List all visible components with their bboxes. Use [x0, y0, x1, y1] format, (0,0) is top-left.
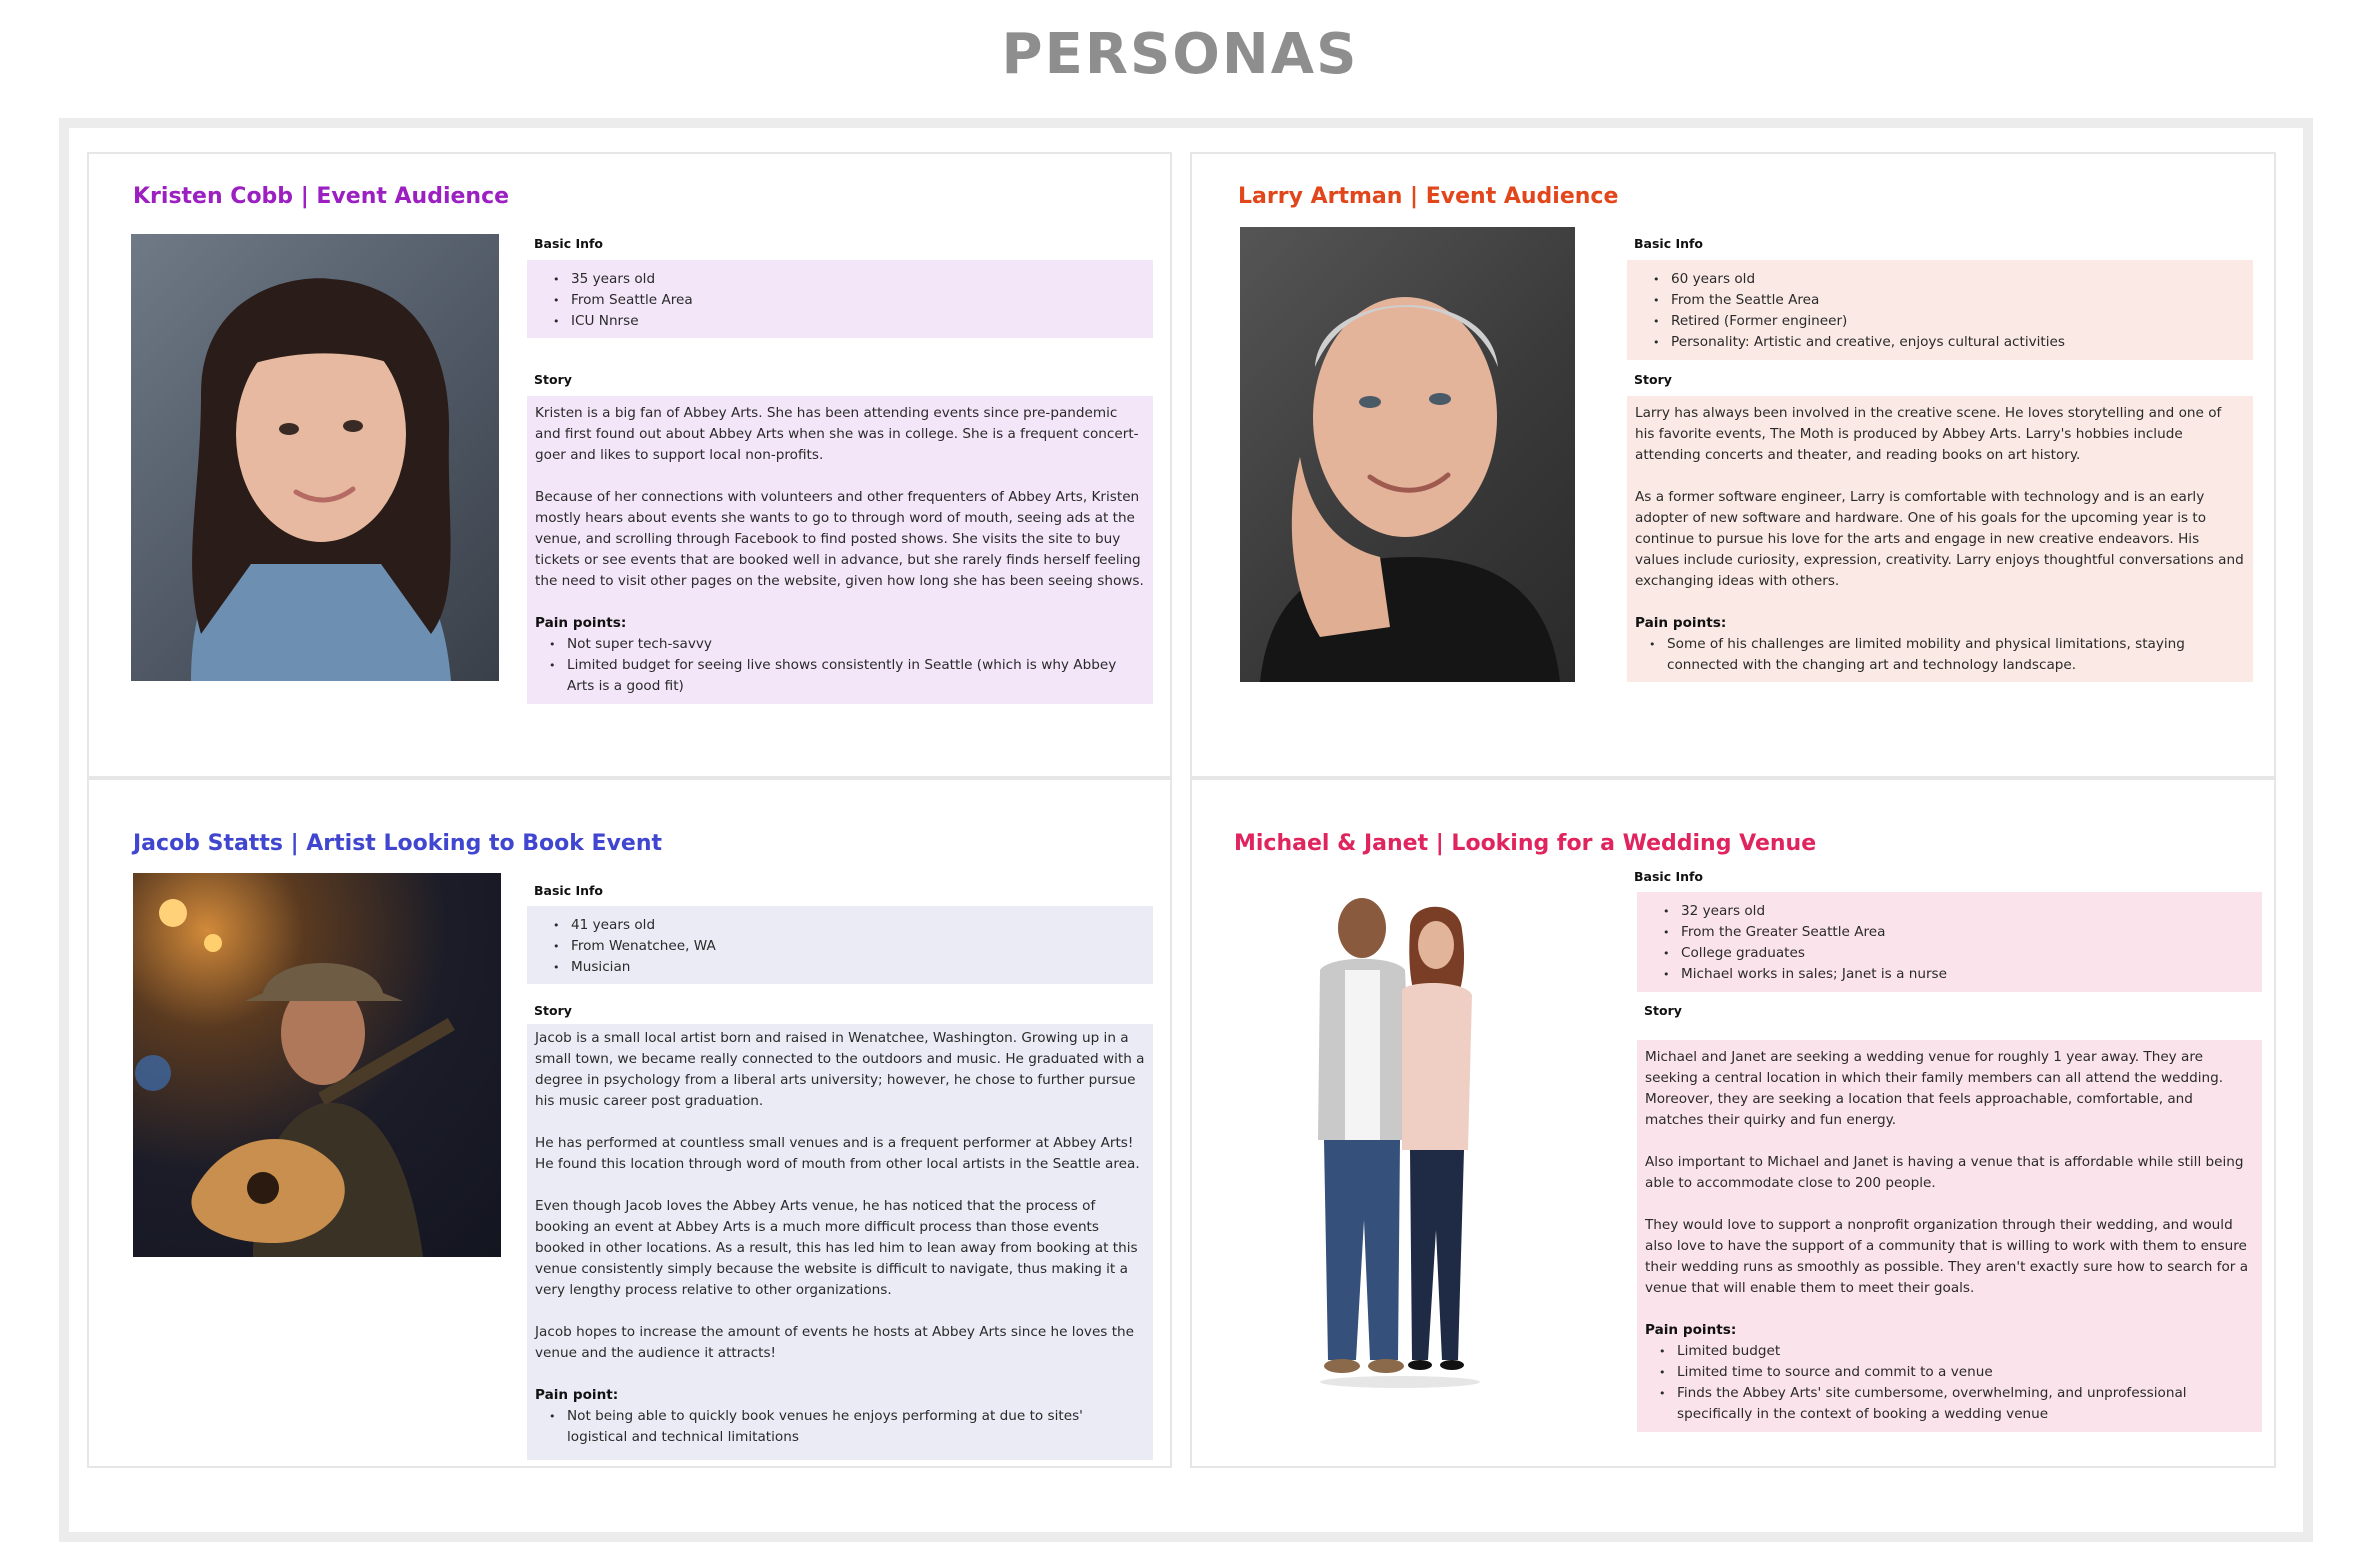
michael-janet-photo [1290, 890, 1510, 1390]
persona-title-larry: Larry Artman | Event Audience [1238, 184, 1619, 209]
larry-photo [1240, 227, 1575, 682]
story-label: Story [1644, 1003, 1682, 1018]
list-item: Finds the Abbey Arts' site cumbersome, o… [1645, 1383, 2254, 1425]
story-paragraph: Jacob hopes to increase the amount of ev… [535, 1324, 1135, 1361]
pain-points-list: Some of his challenges are limited mobil… [1635, 634, 2245, 676]
story-box: Jacob is a small local artist born and r… [527, 1024, 1153, 1460]
story-paragraph: They would love to support a nonprofit o… [1645, 1217, 2249, 1296]
list-item: Personality: Artistic and creative, enjo… [1639, 332, 2241, 353]
story-paragraph: Jacob is a small local artist born and r… [535, 1030, 1145, 1109]
pain-points-label: Pain points: [535, 615, 627, 631]
pain-points-list: Limited budget Limited time to source an… [1645, 1341, 2254, 1425]
pain-points-list: Not super tech-savvy Limited budget for … [535, 634, 1145, 697]
story-paragraph: Because of her connections with voluntee… [535, 489, 1144, 589]
list-item: Not super tech-savvy [535, 634, 1145, 655]
basic-info-label: Basic Info [1634, 236, 1704, 251]
basic-info-box: 60 years old From the Seattle Area Retir… [1627, 260, 2253, 360]
list-item: Limited budget [1645, 1341, 2254, 1362]
story-paragraph: Even though Jacob loves the Abbey Arts v… [535, 1198, 1138, 1298]
persona-title-jacob: Jacob Statts | Artist Looking to Book Ev… [133, 831, 663, 856]
basic-info-list: 35 years old From Seattle Area ICU Nnrse [539, 269, 1141, 332]
pain-points-label: Pain point: [535, 1387, 619, 1403]
list-item: From the Seattle Area [1639, 290, 2241, 311]
page-title: PERSONAS [1001, 22, 1359, 87]
list-item: From Seattle Area [539, 290, 1141, 311]
jacob-photo [133, 873, 501, 1257]
story-paragraph: Kristen is a big fan of Abbey Arts. She … [535, 405, 1139, 463]
list-item: Michael works in sales; Janet is a nurse [1649, 964, 2250, 985]
story-paragraph: Michael and Janet are seeking a wedding … [1645, 1049, 2224, 1128]
story-box: Michael and Janet are seeking a wedding … [1637, 1040, 2262, 1432]
list-item: Limited time to source and commit to a v… [1645, 1362, 2254, 1383]
pain-points-label: Pain points: [1635, 615, 1727, 631]
basic-info-box: 35 years old From Seattle Area ICU Nnrse [527, 260, 1153, 338]
list-item: 35 years old [539, 269, 1141, 290]
list-item: 41 years old [539, 915, 1141, 936]
list-item: Musician [539, 957, 1141, 978]
list-item: Retired (Former engineer) [1639, 311, 2241, 332]
story-paragraph: Larry has always been involved in the cr… [1635, 405, 2222, 463]
list-item: College graduates [1649, 943, 2250, 964]
list-item: Some of his challenges are limited mobil… [1635, 634, 2245, 676]
story-paragraph: As a former software engineer, Larry is … [1635, 489, 2244, 589]
story-label: Story [1634, 372, 1672, 387]
list-item: Not being able to quickly book venues he… [535, 1406, 1145, 1448]
list-item: From the Greater Seattle Area [1649, 922, 2250, 943]
list-item: Limited budget for seeing live shows con… [535, 655, 1145, 697]
story-box: Larry has always been involved in the cr… [1627, 396, 2253, 682]
kristen-photo [131, 234, 499, 681]
basic-info-label: Basic Info [534, 236, 604, 251]
list-item: From Wenatchee, WA [539, 936, 1141, 957]
story-label: Story [534, 1003, 572, 1018]
basic-info-box: 32 years old From the Greater Seattle Ar… [1637, 892, 2262, 992]
story-label: Story [534, 372, 572, 387]
story-box: Kristen is a big fan of Abbey Arts. She … [527, 396, 1153, 704]
list-item: 60 years old [1639, 269, 2241, 290]
basic-info-label: Basic Info [1634, 869, 1704, 884]
basic-info-list: 32 years old From the Greater Seattle Ar… [1649, 901, 2250, 985]
persona-title-michael-janet: Michael & Janet | Looking for a Wedding … [1234, 831, 1817, 856]
pain-points-label: Pain points: [1645, 1322, 1737, 1338]
persona-title-kristen: Kristen Cobb | Event Audience [133, 184, 510, 209]
story-paragraph: He has performed at countless small venu… [535, 1135, 1140, 1172]
list-item: ICU Nnrse [539, 311, 1141, 332]
story-paragraph: Also important to Michael and Janet is h… [1645, 1154, 2244, 1191]
list-item: 32 years old [1649, 901, 2250, 922]
basic-info-label: Basic Info [534, 883, 604, 898]
basic-info-list: 60 years old From the Seattle Area Retir… [1639, 269, 2241, 353]
basic-info-box: 41 years old From Wenatchee, WA Musician [527, 906, 1153, 984]
pain-points-list: Not being able to quickly book venues he… [535, 1406, 1145, 1448]
basic-info-list: 41 years old From Wenatchee, WA Musician [539, 915, 1141, 978]
